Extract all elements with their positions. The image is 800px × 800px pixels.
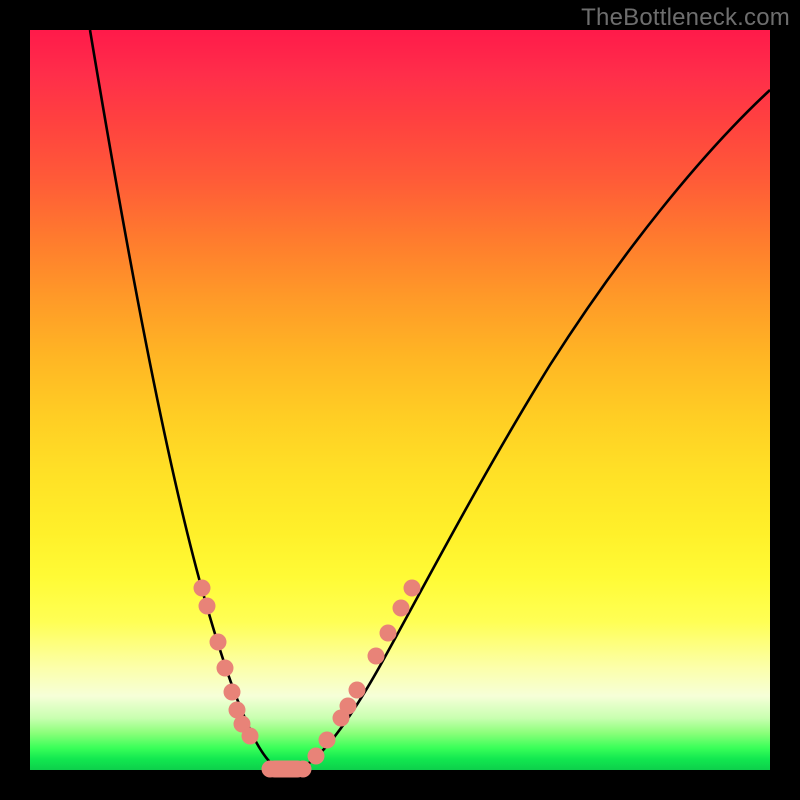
curve-layer: [30, 30, 770, 770]
plot-area: [30, 30, 770, 770]
right-curve: [292, 90, 770, 770]
watermark-text: TheBottleneck.com: [581, 4, 790, 32]
chart-container: TheBottleneck.com: [0, 0, 800, 800]
left-curve: [90, 30, 283, 770]
